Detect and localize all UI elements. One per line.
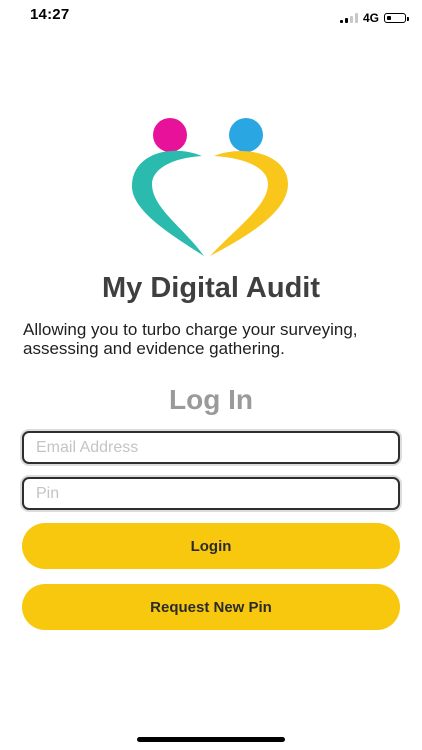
- home-indicator[interactable]: [137, 737, 285, 742]
- right-head: [229, 118, 263, 152]
- login-heading: Log In: [169, 384, 253, 415]
- left-body: [131, 150, 204, 256]
- battery-level: [386, 15, 392, 21]
- status-indicators: 4G: [339, 11, 409, 25]
- right-body: [210, 151, 288, 256]
- app-title: My Digital Audit: [101, 272, 321, 304]
- network-type: 4G: [362, 11, 379, 25]
- email-field[interactable]: [22, 431, 400, 464]
- heart-people-logo-icon: [131, 118, 288, 256]
- left-head: [153, 118, 187, 152]
- app-tagline: Allowing you to turbo charge your survey…: [23, 320, 358, 358]
- request-new-pin-button[interactable]: Request New Pin: [22, 584, 400, 630]
- login-screen: 14:27 4G My Digital Audit Allowing you t…: [0, 0, 422, 750]
- status-bar: 14:27 4G: [0, 0, 422, 34]
- cellular-signal-icon: [339, 13, 358, 23]
- battery-icon: [384, 13, 409, 23]
- pin-field[interactable]: [22, 477, 400, 510]
- status-time: 14:27: [30, 6, 70, 23]
- login-button[interactable]: Login: [22, 523, 400, 569]
